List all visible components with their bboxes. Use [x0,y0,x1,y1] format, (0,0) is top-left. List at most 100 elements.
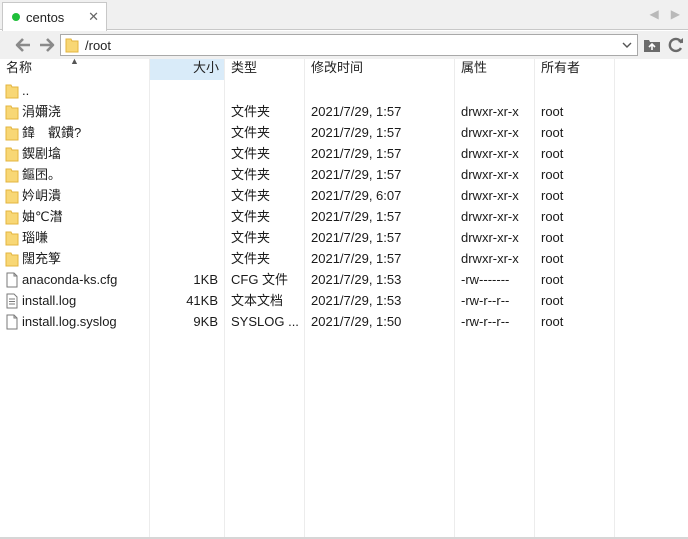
row-mtime [311,80,456,101]
tab-scroll-controls: ◀ ▶ [650,7,680,21]
row-type: CFG 文件 [231,272,289,287]
row-owner: root [541,314,564,329]
row-owner [541,80,611,101]
folder-icon [5,251,19,267]
row-mtime: 2021/7/29, 1:57 [311,125,402,140]
folder-icon [5,83,19,99]
row-attr: -rw------- [461,272,510,287]
row-name: 鍥剧墖 [22,146,62,161]
row-size [150,164,218,185]
file-icon [5,272,19,288]
row-size [150,143,218,164]
row-owner: root [541,251,564,266]
back-button[interactable] [14,36,32,54]
row-type: 文件夹 [231,209,271,224]
list-item[interactable]: 瑙嗛 文件夹 2021/7/29, 1:57 drwxr-xr-x root [0,227,688,248]
row-owner: root [541,125,564,140]
open-folder-button[interactable] [642,35,662,55]
folder-icon [5,230,19,246]
refresh-icon [668,37,683,53]
tab-scroll-left-icon[interactable]: ◀ [650,7,659,21]
list-item[interactable]: anaconda-ks.cfg 1KB CFG 文件 2021/7/29, 1:53 -… [0,269,688,290]
row-mtime: 2021/7/29, 1:57 [311,209,402,224]
row-name: 妯℃澘 [22,209,63,224]
column-name[interactable]: 名称 ▲ [0,56,150,80]
row-attr: drwxr-xr-x [461,251,519,266]
close-icon[interactable]: ✕ [88,9,99,25]
row-mtime: 2021/7/29, 1:57 [311,251,402,266]
tab-centos[interactable]: centos ✕ [2,2,107,31]
column-header: 名称 ▲ 大小 类型 修改时间 属性 所有者 [0,56,688,80]
column-mtime[interactable]: 修改时间 [305,59,455,80]
forward-button[interactable] [38,36,56,54]
row-size [150,80,218,101]
list-item[interactable]: 闊充箰 文件夹 2021/7/29, 1:57 drwxr-xr-x root [0,248,688,269]
row-name: .. [22,83,30,98]
row-type: SYSLOG ... [231,314,299,329]
row-mtime: 2021/7/29, 1:50 [311,314,402,329]
tab-strip: centos ✕ ◀ ▶ [0,0,688,31]
row-owner: root [541,167,564,182]
list-item[interactable]: .. [0,80,688,101]
folder-open-icon [644,40,660,52]
list-item[interactable]: 涓嬭浇 文件夹 2021/7/29, 1:57 drwxr-xr-x root [0,101,688,122]
column-attr-label: 属性 [461,60,488,75]
row-owner: root [541,188,564,203]
row-mtime: 2021/7/29, 1:57 [311,146,402,161]
column-owner[interactable]: 所有者 [535,59,615,80]
row-attr [461,80,533,101]
row-size [150,122,218,143]
log-file-icon [5,293,19,309]
chevron-down-icon[interactable] [621,38,633,52]
row-size [150,206,218,227]
row-size [150,227,218,248]
row-attr: drwxr-xr-x [461,125,519,140]
row-type: 文件夹 [231,188,271,203]
row-size [150,248,218,269]
column-type[interactable]: 类型 [225,59,305,80]
list-item[interactable]: install.log 41KB 文本文档 2021/7/29, 1:53 -rw-r-… [0,290,688,311]
folder-icon [65,38,79,53]
list-item[interactable]: 鏂囨。 文件夹 2021/7/29, 1:57 drwxr-xr-x root [0,164,688,185]
list-item[interactable]: 妗岄潰 文件夹 2021/7/29, 6:07 drwxr-xr-x root [0,185,688,206]
row-owner: root [541,293,564,308]
row-name: 鏂囨。 [22,167,62,182]
column-attr[interactable]: 属性 [455,59,535,80]
tab-scroll-right-icon[interactable]: ▶ [671,7,680,21]
row-type: 文件夹 [231,251,271,266]
row-name: 妗岄潰 [22,188,62,203]
row-size [150,185,218,206]
row-owner: root [541,209,564,224]
row-mtime: 2021/7/29, 1:53 [311,272,402,287]
row-type: 文件夹 [231,125,271,140]
refresh-button[interactable] [666,35,686,55]
row-size: 1KB [193,272,218,287]
folder-icon [5,125,19,141]
row-owner: root [541,104,564,119]
row-type: 文件夹 [231,230,271,245]
list-item[interactable]: install.log.syslog 9KB SYSLOG ... 2021/7/29… [0,311,688,332]
row-name: install.log.syslog [22,314,117,329]
list-item[interactable]: 鍏 叡鐨? 文件夹 2021/7/29, 1:57 drwxr-xr-x root [0,122,688,143]
row-attr: -rw-r--r-- [461,293,510,308]
file-list: .. 涓嬭浇 文件夹 2021/7/29, 1:57 drwxr-xr-x root 鍏 叡… [0,80,688,332]
row-size: 9KB [193,314,218,329]
address-toolbar: /root [0,31,688,59]
column-size[interactable]: 大小 [150,59,225,80]
row-owner: root [541,230,564,245]
row-type [231,80,303,101]
row-name: 涓嬭浇 [22,104,62,119]
connection-status-icon [12,13,20,21]
list-item[interactable]: 妯℃澘 文件夹 2021/7/29, 1:57 drwxr-xr-x root [0,206,688,227]
address-bar[interactable]: /root [60,34,638,56]
row-attr: drwxr-xr-x [461,146,519,161]
row-name: install.log [22,293,77,308]
row-attr: drwxr-xr-x [461,104,519,119]
row-name: anaconda-ks.cfg [22,272,118,287]
folder-icon [5,188,19,204]
address-path: /root [85,37,112,53]
row-owner: root [541,146,564,161]
row-attr: drwxr-xr-x [461,188,519,203]
list-item[interactable]: 鍥剧墖 文件夹 2021/7/29, 1:57 drwxr-xr-x root [0,143,688,164]
sort-ascending-icon: ▲ [70,56,79,66]
